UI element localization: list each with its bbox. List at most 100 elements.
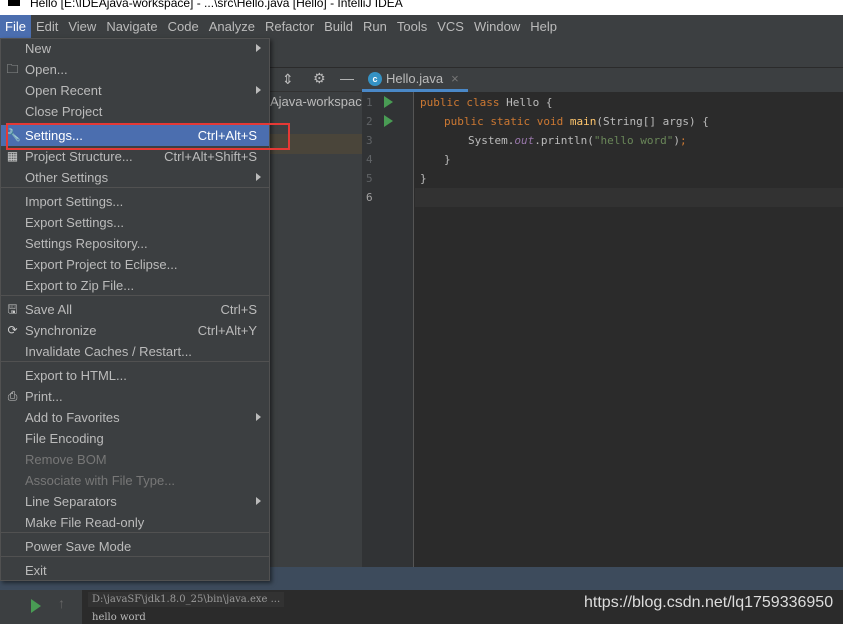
- menu-separator: [1, 295, 269, 296]
- menu-edit[interactable]: Edit: [31, 15, 63, 38]
- menu-item-close-project[interactable]: Close Project: [1, 101, 269, 122]
- line-number: 1: [366, 96, 373, 109]
- toolbar: [270, 38, 843, 68]
- close-tab-icon[interactable]: ×: [451, 71, 459, 86]
- title-bar: Hello [E:\IDEAjava-workspace] - ...\src\…: [0, 0, 843, 15]
- menu-item-line-separators[interactable]: Line Separators: [1, 491, 269, 512]
- menu-item-label: File Encoding: [25, 431, 104, 446]
- up-arrow-icon[interactable]: ↑: [58, 595, 65, 611]
- submenu-arrow-icon: [256, 86, 261, 94]
- menu-item-label: Export to Zip File...: [25, 278, 135, 293]
- menu-help[interactable]: Help: [525, 15, 562, 38]
- menu-file[interactable]: File: [0, 15, 31, 38]
- console-output: hello word: [92, 612, 146, 623]
- tab-hello-java[interactable]: c Hello.java ×: [362, 68, 468, 92]
- menu-item-label: Add to Favorites: [25, 410, 120, 425]
- menu-item-label: Project Structure...: [25, 149, 133, 164]
- menu-item-label: Export Project to Eclipse...: [25, 257, 178, 272]
- menu-refactor[interactable]: Refactor: [260, 15, 319, 38]
- menu-item-label: Remove BOM: [25, 452, 107, 467]
- menu-separator: [1, 187, 269, 188]
- code-line: }: [444, 153, 451, 166]
- menu-build[interactable]: Build: [319, 15, 358, 38]
- menu-item-print[interactable]: ⎙ Print...: [1, 386, 269, 407]
- menu-item-new[interactable]: New: [1, 38, 269, 59]
- menu-item-add-to-favorites[interactable]: Add to Favorites: [1, 407, 269, 428]
- menu-item-open-recent[interactable]: Open Recent: [1, 80, 269, 101]
- code-line: public class Hello {: [420, 96, 553, 109]
- menu-item-label: Power Save Mode: [25, 539, 132, 554]
- menu-item-save-all[interactable]: 🖫 Save All Ctrl+S: [1, 299, 269, 320]
- watermark: https://blog.csdn.net/lq1759336950: [584, 594, 834, 611]
- menu-item-label: Associate with File Type...: [25, 473, 176, 488]
- menu-item-export-settings[interactable]: Export Settings...: [1, 212, 269, 233]
- menu-view[interactable]: View: [63, 15, 101, 38]
- collapse-icon[interactable]: ⇕: [282, 71, 294, 88]
- menu-item-label: Settings Repository...: [25, 236, 148, 251]
- app-icon: [8, 0, 20, 6]
- console-toolbar: ↑: [22, 590, 82, 624]
- run-gutter-icon[interactable]: [384, 115, 393, 127]
- minimize-icon[interactable]: —: [340, 70, 354, 86]
- run-gutter-icon[interactable]: [384, 96, 393, 108]
- menu-item-power-save-mode[interactable]: Power Save Mode: [1, 536, 269, 557]
- line-number: 3: [366, 134, 373, 147]
- menu-item-label: Export Settings...: [25, 215, 124, 230]
- menu-separator: [1, 556, 269, 557]
- file-menu: New 🗀 Open... Open Recent Close Project 🔧 Sett…: [0, 38, 270, 581]
- menu-item-other-settings[interactable]: Other Settings: [1, 167, 269, 188]
- menu-item-label: Invalidate Caches / Restart...: [25, 344, 192, 359]
- menu-item-label: Exit: [25, 563, 47, 578]
- menu-code[interactable]: Code: [163, 15, 204, 38]
- shortcut-label: Ctrl+Alt+Y: [197, 323, 257, 338]
- menu-window[interactable]: Window: [469, 15, 525, 38]
- menu-item-export-project-to-eclipse[interactable]: Export Project to Eclipse...: [1, 254, 269, 275]
- menu-item-open[interactable]: 🗀 Open...: [1, 59, 269, 80]
- menu-item-label: Export to HTML...: [25, 368, 127, 383]
- menu-item-label: Make File Read-only: [25, 515, 145, 530]
- menu-item-export-to-html[interactable]: Export to HTML...: [1, 365, 269, 386]
- menu-item-label: Line Separators: [25, 494, 117, 509]
- print-icon: ⎙: [7, 389, 18, 403]
- menu-item-synchronize[interactable]: ⟳ Synchronize Ctrl+Alt+Y: [1, 320, 269, 341]
- menu-item-label: Print...: [25, 389, 63, 404]
- menu-item-invalidate-caches-restart[interactable]: Invalidate Caches / Restart...: [1, 341, 269, 362]
- code-editor[interactable]: public class Hello { public static void …: [415, 92, 843, 568]
- project-path: Ajava-workspace: [270, 94, 362, 109]
- menu-item-export-to-zip-file[interactable]: Export to Zip File...: [1, 275, 269, 296]
- menu-item-label: Import Settings...: [25, 194, 124, 209]
- submenu-arrow-icon: [256, 497, 261, 505]
- menu-item-remove-bom: Remove BOM: [1, 449, 269, 470]
- shortcut-label: Ctrl+S: [220, 302, 257, 317]
- java-class-icon: c: [368, 71, 382, 86]
- line-number: 6: [366, 191, 373, 204]
- menu-item-file-encoding[interactable]: File Encoding: [1, 428, 269, 449]
- menu-item-associate-with-file-type: Associate with File Type...: [1, 470, 269, 491]
- menu-run[interactable]: Run: [358, 15, 392, 38]
- window-title: Hello [E:\IDEAjava-workspace] - ...\src\…: [30, 0, 403, 10]
- project-structure-icon: ▦: [6, 149, 19, 163]
- folder-icon: 🗀: [6, 62, 19, 76]
- menu-tools[interactable]: Tools: [392, 15, 432, 38]
- menu-item-import-settings[interactable]: Import Settings...: [1, 191, 269, 212]
- menu-analyze[interactable]: Analyze: [204, 15, 260, 38]
- menu-navigate[interactable]: Navigate: [101, 15, 162, 38]
- sync-icon: ⟳: [7, 323, 18, 337]
- line-number: 2: [366, 115, 373, 128]
- menu-item-make-file-read-only[interactable]: Make File Read-only: [1, 512, 269, 533]
- menu-item-exit[interactable]: Exit: [1, 560, 269, 581]
- menu-bar: File Edit View Navigate Code Analyze Refactor B…: [0, 15, 843, 38]
- menu-item-settings-repository[interactable]: Settings Repository...: [1, 233, 269, 254]
- submenu-arrow-icon: [256, 413, 261, 421]
- highlight-box: [6, 123, 290, 150]
- gear-icon[interactable]: ⚙: [313, 70, 326, 87]
- menu-vcs[interactable]: VCS: [432, 15, 469, 38]
- code-line: System.out.println("hello word");: [468, 134, 687, 147]
- line-numbers: 1 2 3 4 5 6: [362, 92, 414, 212]
- menu-item-label: Open Recent: [25, 83, 102, 98]
- menu-item-label: Other Settings: [25, 170, 109, 185]
- line-number: 4: [366, 153, 373, 166]
- submenu-arrow-icon: [256, 44, 261, 52]
- rerun-icon[interactable]: [31, 599, 41, 613]
- line-number: 5: [366, 172, 373, 185]
